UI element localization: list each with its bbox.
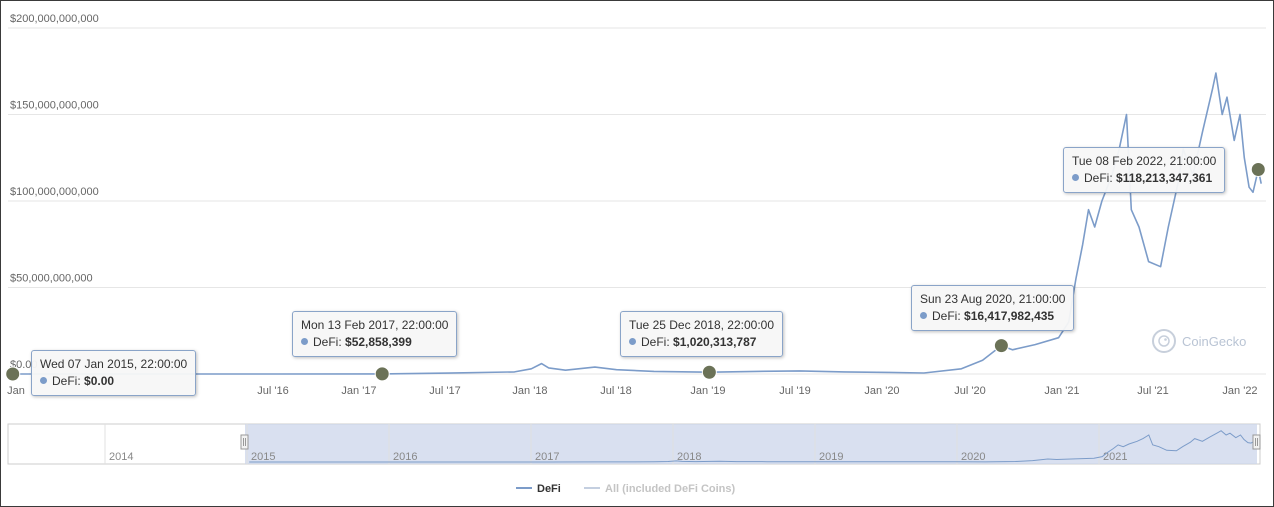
hover-marker[interactable] bbox=[5, 366, 21, 382]
navigator-year-label: 2015 bbox=[251, 451, 275, 463]
legend-item-all[interactable]: All (included DeFi Coins) bbox=[584, 483, 736, 495]
series-dot-icon bbox=[301, 338, 308, 345]
x-tick-label: Jan '19 bbox=[690, 385, 725, 397]
x-tick-label: Jul '16 bbox=[257, 385, 288, 397]
x-tick-label: Jan '17 bbox=[341, 385, 376, 397]
hover-marker[interactable] bbox=[701, 364, 717, 380]
defi-market-cap-chart: $200,000,000,000 $150,000,000,000 $100,000… bbox=[5, 13, 1266, 495]
navigator-year-label: 2019 bbox=[819, 451, 843, 463]
y-tick-label: $150,000,000,000 bbox=[10, 100, 99, 112]
tooltip-row: DeFi: $16,417,982,435 bbox=[920, 308, 1065, 325]
x-tick-label: Jan '18 bbox=[512, 385, 547, 397]
legend-label-defi: DeFi bbox=[537, 483, 561, 495]
tooltip-series-label: DeFi: bbox=[313, 335, 346, 349]
x-tick-label: Jan bbox=[7, 385, 25, 397]
tooltip-row: DeFi: $52,858,399 bbox=[301, 334, 448, 351]
navigator-year-label: 2017 bbox=[535, 451, 559, 463]
y-tick-label: $200,000,000,000 bbox=[10, 13, 99, 25]
tooltip-date: Tue 25 Dec 2018, 22:00:00 bbox=[629, 318, 774, 332]
tooltip-series-label: DeFi: bbox=[932, 309, 965, 323]
x-tick-label: Jul '19 bbox=[779, 385, 810, 397]
tooltip-value: $0.00 bbox=[84, 374, 115, 388]
navigator-right-handle[interactable] bbox=[1252, 434, 1261, 450]
tooltip-date: Tue 08 Feb 2022, 21:00:00 bbox=[1072, 154, 1217, 168]
tooltip: Wed 07 Jan 2015, 22:00:00 DeFi: $0.00 bbox=[31, 350, 197, 396]
series-dot-icon bbox=[1072, 174, 1079, 181]
x-tick-label: Jul '18 bbox=[600, 385, 631, 397]
navigator-year-label: 2016 bbox=[393, 451, 417, 463]
watermark-text: CoinGecko bbox=[1182, 333, 1247, 349]
tooltip: Mon 13 Feb 2017, 22:00:00 DeFi: $52,858,3… bbox=[292, 311, 458, 357]
navigator-year-label: 2014 bbox=[109, 451, 133, 463]
series-dot-icon bbox=[920, 312, 927, 319]
legend-label-all: All (included DeFi Coins) bbox=[605, 483, 736, 495]
tooltip-row: DeFi: $118,213,347,361 bbox=[1072, 170, 1216, 187]
tooltip-value: $1,020,313,787 bbox=[673, 335, 757, 349]
tooltip-series-label: DeFi: bbox=[1084, 171, 1117, 185]
x-tick-label: Jan '22 bbox=[1222, 385, 1257, 397]
y-tick-label: $100,000,000,000 bbox=[10, 186, 99, 198]
tooltip-date: Sun 23 Aug 2020, 21:00:00 bbox=[920, 292, 1066, 306]
coingecko-watermark: CoinGecko bbox=[1152, 329, 1246, 353]
tooltip: Tue 25 Dec 2018, 22:00:00 DeFi: $1,020,31… bbox=[620, 311, 783, 357]
gecko-logo-icon bbox=[1152, 329, 1176, 353]
x-tick-label: Jul '21 bbox=[1137, 385, 1168, 397]
x-tick-label: Jul '20 bbox=[954, 385, 985, 397]
tooltip: Tue 08 Feb 2022, 21:00:00 DeFi: $118,213,… bbox=[1063, 147, 1226, 193]
x-tick-label: Jan '20 bbox=[864, 385, 899, 397]
tooltip-row: DeFi: $0.00 bbox=[40, 373, 187, 390]
legend: DeFi All (included DeFi Coins) bbox=[516, 483, 736, 495]
y-tick-label: $50,000,000,000 bbox=[10, 273, 93, 285]
navigator-left-handle[interactable] bbox=[240, 434, 249, 450]
series-dot-icon bbox=[40, 377, 47, 384]
legend-item-defi[interactable]: DeFi bbox=[516, 483, 561, 495]
hover-marker[interactable] bbox=[1250, 161, 1266, 177]
navigator[interactable]: 2014 2015 2016 2017 2018 2019 2020 2021 bbox=[7, 423, 1261, 465]
tooltip-series-label: DeFi: bbox=[52, 374, 85, 388]
navigator-year-label: 2020 bbox=[961, 451, 985, 463]
x-tick-label: Jul '17 bbox=[429, 385, 460, 397]
series-dot-icon bbox=[629, 338, 636, 345]
tooltip-date: Wed 07 Jan 2015, 22:00:00 bbox=[40, 357, 188, 371]
tooltip-value: $52,858,399 bbox=[345, 335, 412, 349]
x-tick-label: Jan '21 bbox=[1044, 385, 1079, 397]
y-axis-ticks: $200,000,000,000 $150,000,000,000 $100,000… bbox=[10, 13, 99, 371]
tooltip-series-label: DeFi: bbox=[641, 335, 674, 349]
hover-marker[interactable] bbox=[374, 366, 390, 382]
tooltip: Sun 23 Aug 2020, 21:00:00 DeFi: $16,417,9… bbox=[911, 285, 1075, 331]
tooltip-date: Mon 13 Feb 2017, 22:00:00 bbox=[301, 318, 449, 332]
tooltip-value: $16,417,982,435 bbox=[964, 309, 1055, 323]
tooltip-row: DeFi: $1,020,313,787 bbox=[629, 334, 774, 351]
hover-marker[interactable] bbox=[993, 338, 1009, 354]
tooltip-value: $118,213,347,361 bbox=[1116, 171, 1213, 185]
